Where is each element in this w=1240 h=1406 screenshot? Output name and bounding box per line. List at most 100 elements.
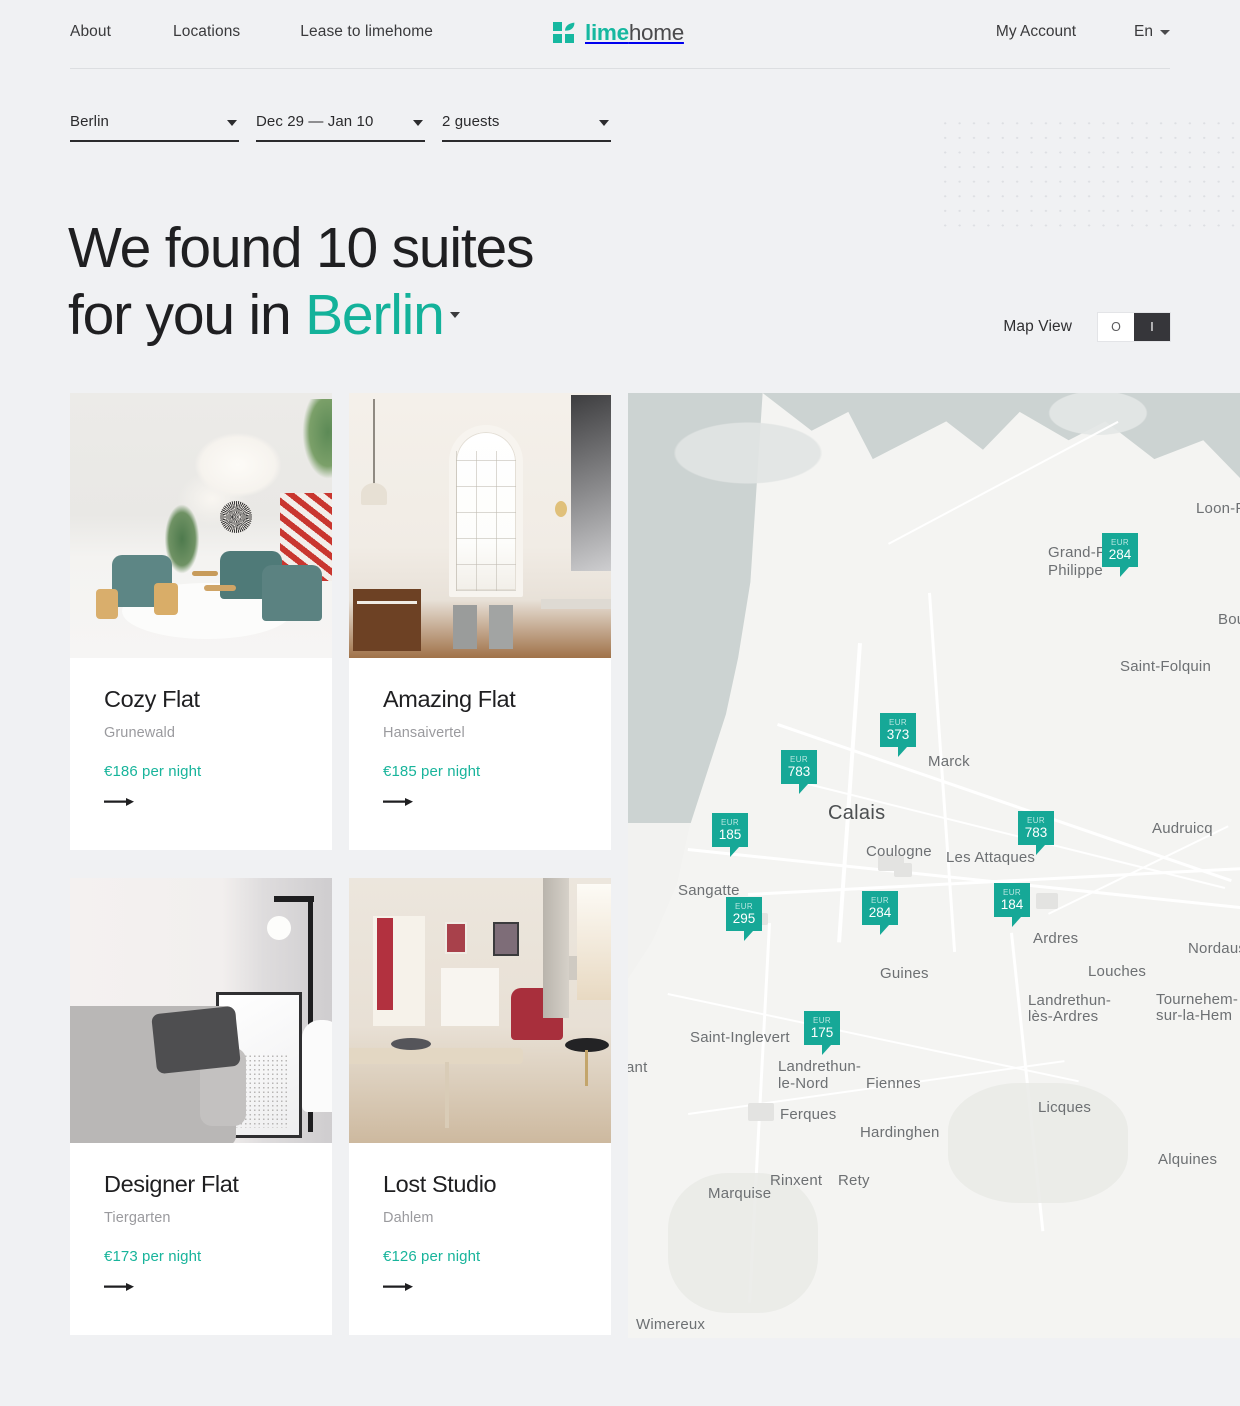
my-account-link[interactable]: My Account [996,23,1076,41]
listing-neighborhood: Hansaivertel [383,725,465,741]
map-price-pin-currency: EUR [812,1016,832,1025]
listing-neighborhood: Tiergarten [104,1210,171,1226]
map-place-label: le-Nord [778,1075,829,1092]
map-price-pin-amount: 373 [886,727,910,742]
map-price-pin-currency: EUR [870,896,890,905]
headline-line-1: We found 10 suites [68,216,535,280]
map-price-pin-amount: 783 [1024,825,1048,840]
map-place-label: Coulogne [866,843,932,860]
chevron-down-icon[interactable] [449,312,460,318]
map-price-pin-box: EUR 783 [1018,811,1054,845]
headline-city[interactable]: Berlin [305,283,445,347]
nav-item-lease[interactable]: Lease to limehome [300,23,433,41]
dates-select-value: Dec 29 — Jan 10 [256,113,374,130]
listing-card[interactable]: Designer Flat Tiergarten €173 per night [70,878,332,1335]
field-underline [256,140,425,142]
map-price-pin[interactable]: EUR 185 [712,813,748,857]
map-price-pin-box: EUR 184 [994,883,1030,917]
map-price-pin-box: EUR 284 [1102,533,1138,567]
map-price-pin-amount: 284 [868,905,892,920]
chevron-down-icon [413,120,423,126]
map-price-pin[interactable]: EUR 373 [880,713,916,757]
map-place-label: ant [628,1059,648,1076]
map-price-pin-tail [880,925,889,935]
map-place-label: lès-Ardres [1028,1008,1099,1025]
map-price-pin[interactable]: EUR 284 [862,891,898,935]
arrow-right-icon[interactable] [104,1281,136,1293]
headline-line-2-prefix: for you in [68,283,306,347]
map-place-label: Fiennes [866,1075,921,1092]
map-price-pin[interactable]: EUR 783 [781,750,817,794]
map-price-pin-tail [1120,567,1129,577]
results-map[interactable]: Loon-PlGrand-ForPhilippeBourSaint-Folqui… [628,393,1240,1338]
map-price-pin-box: EUR 175 [804,1011,840,1045]
arrow-right-icon[interactable] [383,1281,415,1293]
chevron-down-icon [227,120,237,126]
guests-select-value: 2 guests [442,113,500,130]
listing-card[interactable]: Cozy Flat Grunewald €186 per night [70,393,332,850]
listing-photo [70,878,332,1143]
map-building [894,863,912,877]
search-bar: Berlin Dec 29 — Jan 10 2 guests [70,105,611,142]
location-select[interactable]: Berlin [70,105,239,142]
map-price-pin[interactable]: EUR 184 [994,883,1030,927]
listing-card[interactable]: Amazing Flat Hansaivertel €185 per night [349,393,611,850]
map-price-pin[interactable]: EUR 295 [726,897,762,941]
site-header: About Locations Lease to limehome limeho… [0,0,1240,69]
page-title: We found 10 suites for you in Berlin [68,215,535,349]
map-price-pin-tail [1036,845,1045,855]
map-price-pin-tail [822,1045,831,1055]
map-building [748,1103,774,1121]
map-view-toggle-off[interactable]: O [1098,313,1134,341]
nav-item-about[interactable]: About [70,23,111,41]
map-price-pin-tail [730,847,739,857]
map-price-pin-tail [799,784,808,794]
language-selector[interactable]: En [1134,23,1170,41]
map-place-label: Licques [1038,1099,1092,1116]
guests-select[interactable]: 2 guests [442,105,611,142]
map-place-label: Loon-Pl [1196,500,1240,517]
listing-price: €173 per night [104,1248,202,1265]
map-price-pin-currency: EUR [1026,816,1046,825]
logo-text-lime: lime [585,20,629,45]
map-price-pin-currency: EUR [720,818,740,827]
map-place-label: Hardinghen [860,1124,940,1141]
map-building [1036,893,1058,909]
map-price-pin-amount: 295 [732,911,756,926]
map-place-label: Marquise [708,1185,772,1202]
primary-nav: About Locations Lease to limehome [70,23,433,41]
map-place-label: Philippe [1048,562,1103,579]
chevron-down-icon [599,120,609,126]
map-view-toggle[interactable]: O I [1098,313,1170,341]
map-place-label: Saint-Folquin [1120,658,1211,675]
map-place-label: Rinxent [770,1172,823,1189]
map-price-pin-currency: EUR [734,902,754,911]
map-price-pin-currency: EUR [888,718,908,727]
map-place-label: Ardres [1033,930,1079,947]
map-price-pin-box: EUR 185 [712,813,748,847]
map-price-pin-tail [1012,917,1021,927]
map-price-pin-box: EUR 284 [862,891,898,925]
map-place-label: Landrethun- [778,1058,862,1075]
listing-card[interactable]: Lost Studio Dahlem €126 per night [349,878,611,1335]
arrow-right-icon[interactable] [383,796,415,808]
dates-select[interactable]: Dec 29 — Jan 10 [256,105,425,142]
map-price-pin[interactable]: EUR 783 [1018,811,1054,855]
map-price-pin[interactable]: EUR 284 [1102,533,1138,577]
listing-title: Amazing Flat [383,686,516,712]
map-view-toggle-on[interactable]: I [1134,313,1170,341]
listing-title: Cozy Flat [104,686,200,712]
header-divider [70,68,1170,69]
listing-photo [70,393,332,658]
logo-link[interactable]: limehome [553,20,684,45]
map-place-label: Les Attaques [946,849,1036,866]
listing-photo [349,393,611,658]
map-place-label: Tournehem- [1156,991,1239,1008]
map-price-pin-amount: 284 [1108,547,1132,562]
page-root: About Locations Lease to limehome limeho… [0,0,1240,1406]
map-price-pin-tail [744,931,753,941]
nav-item-locations[interactable]: Locations [173,23,240,41]
language-label: En [1134,23,1153,40]
arrow-right-icon[interactable] [104,796,136,808]
map-price-pin[interactable]: EUR 175 [804,1011,840,1055]
